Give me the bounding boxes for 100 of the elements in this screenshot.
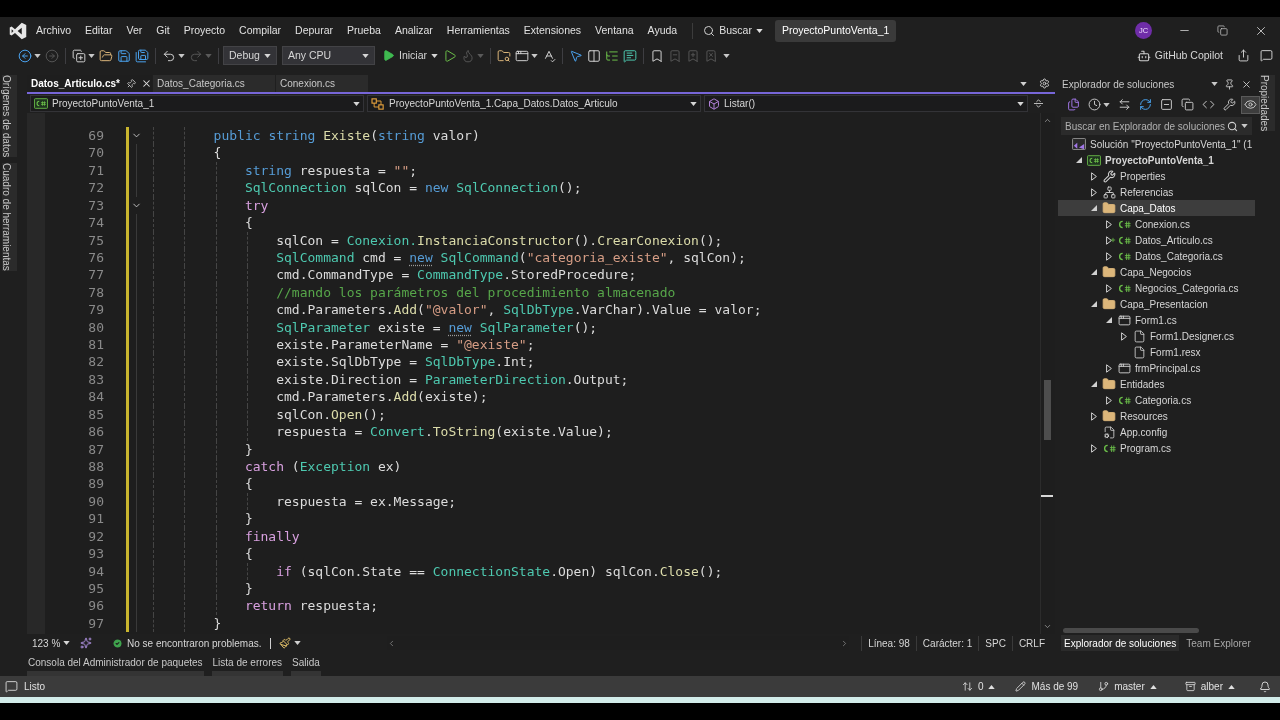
sparkle-icon[interactable]	[80, 637, 92, 649]
code-line: {	[213, 144, 222, 162]
collapsed-arrow-icon[interactable]	[1091, 187, 1097, 197]
side-tab[interactable]: Cuadro de herramientas	[2, 163, 17, 272]
collapsed-arrow-icon[interactable]	[1106, 395, 1112, 405]
configuration-dropdown[interactable]: Debug	[223, 46, 277, 65]
menu-item[interactable]: Archivo	[29, 19, 78, 42]
panel-tab[interactable]: Explorador de soluciones	[1061, 635, 1180, 651]
tree-item[interactable]: Form1.cs	[1058, 312, 1255, 328]
caret-icon	[723, 53, 730, 58]
tree-item[interactable]: Categoria.cs	[1058, 392, 1255, 408]
archive-box-icon	[1184, 681, 1196, 692]
tree-item[interactable]: Program.cs	[1058, 440, 1255, 456]
start-button[interactable]: Iniciar	[379, 45, 441, 66]
side-tab[interactable]: Orígenes de datos	[2, 75, 17, 158]
tree-item[interactable]: Datos_Articulo.cs	[1058, 232, 1255, 248]
character-indicator[interactable]: Carácter: 1	[915, 635, 979, 651]
menu-item[interactable]: Prueba	[340, 19, 388, 42]
tree-item[interactable]: Negocios_Categoria.cs	[1058, 280, 1255, 296]
menu-item[interactable]: Editar	[78, 19, 120, 42]
search-button[interactable]: Buscar	[701, 19, 765, 42]
panel-menu-button[interactable]	[1211, 82, 1218, 86]
tree-item[interactable]: Entidades	[1058, 376, 1255, 392]
toolbar-overflow-button[interactable]	[723, 53, 730, 58]
horizontal-scrollbar[interactable]	[1063, 627, 1199, 633]
collapsed-arrow-icon[interactable]	[1106, 363, 1112, 373]
scroll-up-icon[interactable]	[1043, 116, 1052, 125]
project-dropdown[interactable]: ProyectoPuntoVenta_1	[30, 95, 364, 112]
close-icon[interactable]	[1241, 78, 1252, 90]
collapsed-arrow-icon[interactable]	[1106, 235, 1112, 245]
show-all-files-button[interactable]	[1178, 95, 1197, 114]
tree-item[interactable]: App.config	[1058, 424, 1255, 440]
code-cleanup-button[interactable]	[278, 637, 301, 649]
settings-icon[interactable]	[1039, 78, 1050, 89]
platform-dropdown[interactable]: Any CPU	[282, 46, 375, 65]
repository-button[interactable]: alber	[1184, 679, 1235, 694]
side-tab[interactable]: Propiedades	[1260, 75, 1275, 132]
expanded-arrow-icon[interactable]	[1106, 317, 1112, 323]
tree-item[interactable]: Form1.Designer.cs	[1058, 328, 1255, 344]
document-tab[interactable]: Datos_Categoria.cs	[153, 75, 275, 92]
bell-icon[interactable]	[1259, 680, 1271, 693]
changes-button[interactable]: Más de 99	[1015, 679, 1079, 694]
type-dropdown[interactable]: ProyectoPuntoVenta_1.Capa_Datos.Datos_Articulo	[367, 95, 701, 112]
tree-item[interactable]: Referencias	[1058, 184, 1255, 200]
tree-item[interactable]: Capa_Negocios	[1058, 264, 1255, 280]
close-icon[interactable]	[140, 78, 152, 89]
tree-item[interactable]: Datos_Categoria.cs	[1058, 248, 1255, 264]
menu-item[interactable]: Ayuda	[640, 19, 685, 42]
arrow-right-circle-icon	[45, 48, 59, 63]
expanded-arrow-icon[interactable]	[1091, 301, 1097, 307]
document-tab[interactable]: Conexion.cs	[276, 75, 368, 92]
menu-item[interactable]: Depurar	[288, 19, 341, 42]
collapsed-arrow-icon[interactable]	[1106, 283, 1112, 293]
zoom-dropdown[interactable]: 123 %	[30, 635, 72, 651]
tree-item[interactable]: ProyectoPuntoVenta_1	[1058, 152, 1255, 168]
collapsed-arrow-icon[interactable]	[1091, 443, 1097, 453]
scroll-thumb[interactable]	[1044, 380, 1051, 440]
tree-item[interactable]: Form1.resx	[1058, 344, 1255, 360]
menu-item[interactable]: Proyecto	[176, 19, 233, 42]
indentation-indicator[interactable]: SPC	[978, 635, 1012, 651]
sync-status-button[interactable]: 0	[961, 679, 996, 694]
expanded-arrow-icon[interactable]	[1091, 205, 1097, 211]
collapsed-arrow-icon[interactable]	[1121, 331, 1127, 341]
collapsed-arrow-icon[interactable]	[1091, 171, 1097, 181]
pin-icon[interactable]	[1224, 78, 1235, 90]
tree-item[interactable]: Capa_Datos	[1058, 200, 1255, 216]
tree-item[interactable]: Resources	[1058, 408, 1255, 424]
problems-status[interactable]: No se encontraron problemas.	[127, 635, 262, 651]
menu-item[interactable]: Git	[149, 19, 177, 42]
collapsed-arrow-icon[interactable]	[1106, 251, 1112, 261]
expanded-arrow-icon[interactable]	[1091, 269, 1097, 275]
tree-item[interactable]: Properties	[1058, 168, 1255, 184]
collapsed-arrow-icon[interactable]	[1091, 411, 1097, 421]
tree-item[interactable]: Capa_Presentacion	[1058, 296, 1255, 312]
collapsed-arrow-icon[interactable]	[1106, 219, 1112, 229]
caret-icon	[1149, 684, 1157, 689]
expanded-arrow-icon[interactable]	[1076, 157, 1082, 163]
tab-list-button[interactable]	[1020, 81, 1027, 86]
tree-item[interactable]: frmPrincipal.cs	[1058, 360, 1255, 376]
menu-item[interactable]: Ver	[119, 19, 150, 42]
menu-item[interactable]: Herramientas	[439, 19, 517, 42]
tree-item[interactable]: Conexion.cs	[1058, 216, 1255, 232]
menu-item[interactable]: Compilar	[232, 19, 289, 42]
pointer-icon	[569, 48, 583, 63]
line-endings-indicator[interactable]: CRLF	[1011, 635, 1051, 651]
line-number: 87	[87, 440, 104, 458]
expanded-arrow-icon[interactable]	[1091, 381, 1097, 387]
copilot-button[interactable]: GitHub Copilot	[1133, 45, 1226, 66]
menu-item[interactable]: Extensiones	[516, 19, 589, 42]
branch-button[interactable]: master	[1098, 679, 1157, 694]
line-indicator[interactable]: Línea: 98	[861, 635, 916, 651]
member-dropdown[interactable]: Listar()	[704, 95, 1028, 112]
scroll-down-icon[interactable]	[1043, 622, 1052, 631]
preview-button[interactable]	[1241, 95, 1260, 114]
menu-item[interactable]: Analizar	[387, 19, 440, 42]
tree-item[interactable]: Solución "ProyectoPuntoVenta_1" (1	[1058, 136, 1255, 152]
search-field[interactable]: Buscar en Explorador de soluciones	[1061, 117, 1252, 135]
menu-item[interactable]: Ventana	[588, 19, 641, 42]
panel-tab[interactable]: Team Explorer	[1183, 635, 1254, 651]
split-icon[interactable]	[1033, 98, 1044, 109]
